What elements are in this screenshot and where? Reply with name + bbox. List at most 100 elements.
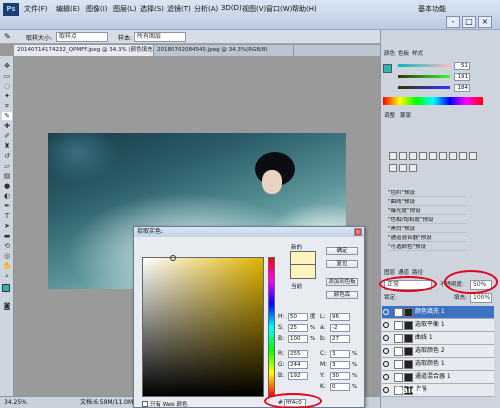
- hue-sat-icon[interactable]: [439, 152, 447, 160]
- type-tool-icon[interactable]: T: [2, 212, 12, 220]
- lab-input[interactable]: 96: [330, 313, 350, 321]
- color-field-cursor[interactable]: [170, 255, 176, 261]
- path-select-tool-icon[interactable]: ➤: [2, 222, 12, 230]
- quick-select-tool-icon[interactable]: ✦: [2, 92, 12, 100]
- visibility-eye-icon[interactable]: [383, 387, 389, 393]
- eyedropper-tool-icon[interactable]: ✎: [2, 112, 12, 120]
- menu-file[interactable]: 文件(F): [24, 4, 48, 16]
- layer-row[interactable]: 选取平衡 1: [382, 319, 494, 332]
- color-libraries-button[interactable]: 颜色库: [326, 291, 358, 299]
- red-slider[interactable]: [398, 64, 450, 67]
- color-balance-icon[interactable]: [449, 152, 457, 160]
- hue-slider[interactable]: [268, 257, 275, 397]
- rgb-input[interactable]: 244: [288, 361, 308, 369]
- menu-select[interactable]: 选择(S): [140, 4, 164, 16]
- layer-row[interactable]: 选取颜色 1: [382, 358, 494, 371]
- red-value[interactable]: 51: [454, 62, 470, 70]
- tab-color[interactable]: 颜色: [384, 50, 395, 58]
- current-color-swatch[interactable]: [290, 265, 316, 279]
- tab-adjustments[interactable]: 调整: [384, 112, 395, 120]
- preset-hue-saturation[interactable]: "色相/饱和度"预设: [388, 217, 466, 224]
- lasso-tool-icon[interactable]: ◌: [2, 82, 12, 90]
- menu-analysis[interactable]: 分析(A): [194, 4, 218, 16]
- cmyk-input[interactable]: 3: [330, 361, 350, 369]
- rgb-input[interactable]: 255: [288, 350, 308, 358]
- hand-tool-icon[interactable]: ✋: [2, 262, 12, 270]
- invert-icon[interactable]: [399, 164, 407, 172]
- black-white-icon[interactable]: [459, 152, 467, 160]
- posterize-icon[interactable]: [409, 164, 417, 172]
- menu-window[interactable]: 窗口(W): [266, 4, 292, 16]
- menu-view[interactable]: 视图(V): [242, 4, 266, 16]
- layer-row[interactable]: 通道混合器 1: [382, 371, 494, 384]
- brush-tool-icon[interactable]: ✐: [2, 132, 12, 140]
- healing-tool-icon[interactable]: ✚: [2, 122, 12, 130]
- vibrance-icon[interactable]: [429, 152, 437, 160]
- color-spectrum[interactable]: [383, 97, 483, 105]
- dodge-tool-icon[interactable]: ◐: [2, 192, 12, 200]
- move-tool-icon[interactable]: ✥: [2, 62, 12, 70]
- zoom-tool-icon[interactable]: ⌕: [2, 272, 12, 280]
- shape-tool-icon[interactable]: ▬: [2, 232, 12, 240]
- pen-tool-icon[interactable]: ✒: [2, 202, 12, 210]
- gradient-tool-icon[interactable]: ▤: [2, 172, 12, 180]
- cmyk-input[interactable]: 3: [330, 350, 350, 358]
- preset-levels[interactable]: "色阶"预设: [388, 190, 466, 197]
- blue-value[interactable]: 184: [454, 84, 470, 92]
- tab-styles[interactable]: 样式: [412, 50, 423, 58]
- crop-tool-icon[interactable]: ⌗: [2, 102, 12, 110]
- rgb-input[interactable]: 192: [288, 372, 308, 380]
- reset-button[interactable]: 复位: [326, 260, 358, 268]
- visibility-eye-icon[interactable]: [383, 374, 389, 380]
- menu-help[interactable]: 帮助(H): [292, 4, 317, 16]
- layer-row[interactable]: 曲线 1: [382, 332, 494, 345]
- tab-masks[interactable]: 蒙版: [400, 112, 411, 120]
- dialog-close-icon[interactable]: ×: [354, 228, 362, 236]
- fill-input[interactable]: 100%: [470, 293, 492, 303]
- brightness-icon[interactable]: [389, 152, 397, 160]
- hsb-input[interactable]: 25: [288, 324, 308, 332]
- minimize-button[interactable]: -: [446, 16, 460, 28]
- curves-icon[interactable]: [409, 152, 417, 160]
- visibility-eye-icon[interactable]: [383, 361, 389, 367]
- saturation-brightness-field[interactable]: [142, 257, 264, 397]
- levels-icon[interactable]: [399, 152, 407, 160]
- visibility-eye-icon[interactable]: [383, 309, 389, 315]
- quick-mask-icon[interactable]: ◙: [2, 302, 12, 310]
- tab-swatches[interactable]: 色板: [398, 50, 409, 58]
- blur-tool-icon[interactable]: ●: [2, 182, 12, 190]
- zoom-level[interactable]: 34.25%: [4, 397, 27, 408]
- web-colors-only-checkbox[interactable]: [142, 401, 148, 407]
- preset-curves[interactable]: "曲线"预设: [388, 199, 466, 206]
- tab-document-1[interactable]: 20140714174232_QPMFF.jpeg @ 34.3% (颜色填充 …: [14, 45, 154, 56]
- color-panel-swatch[interactable]: [383, 64, 392, 73]
- eraser-tool-icon[interactable]: ▱: [2, 162, 12, 170]
- menu-3d[interactable]: 3D(D): [221, 4, 242, 16]
- 3d-rotate-tool-icon[interactable]: ⟲: [2, 242, 12, 250]
- layer-row[interactable]: 选取颜色 2: [382, 345, 494, 358]
- layer-row[interactable]: 颜色填充 1: [382, 306, 494, 319]
- channel-mixer-icon[interactable]: [389, 164, 397, 172]
- 3d-orbit-tool-icon[interactable]: ◎: [2, 252, 12, 260]
- blue-slider[interactable]: [398, 86, 450, 89]
- workspace-switcher[interactable]: 基本功能: [418, 4, 446, 16]
- hsb-input[interactable]: 100: [288, 335, 308, 343]
- preset-channel-mixer[interactable]: "通道混合器"预设: [388, 235, 466, 242]
- visibility-eye-icon[interactable]: [383, 322, 389, 328]
- hsb-input[interactable]: 50: [288, 313, 308, 321]
- visibility-eye-icon[interactable]: [383, 348, 389, 354]
- sample-size-select[interactable]: 取样点: [56, 32, 108, 42]
- history-brush-tool-icon[interactable]: ↺: [2, 152, 12, 160]
- tab-document-2[interactable]: 20180702084545.jpeg @ 34.3%(RGB/8): [154, 45, 294, 56]
- sample-select[interactable]: 所有图层: [134, 32, 186, 42]
- green-slider[interactable]: [398, 75, 450, 78]
- preset-exposure[interactable]: "曝光度"预设: [388, 208, 466, 215]
- maximize-button[interactable]: □: [462, 16, 476, 28]
- photo-filter-icon[interactable]: [469, 152, 477, 160]
- green-value[interactable]: 191: [454, 73, 470, 81]
- preset-black-white[interactable]: "黑白"预设: [388, 226, 466, 233]
- visibility-eye-icon[interactable]: [383, 335, 389, 341]
- stamp-tool-icon[interactable]: ♜: [2, 142, 12, 150]
- close-button[interactable]: ×: [478, 16, 492, 28]
- cmyk-input[interactable]: 0: [330, 383, 350, 391]
